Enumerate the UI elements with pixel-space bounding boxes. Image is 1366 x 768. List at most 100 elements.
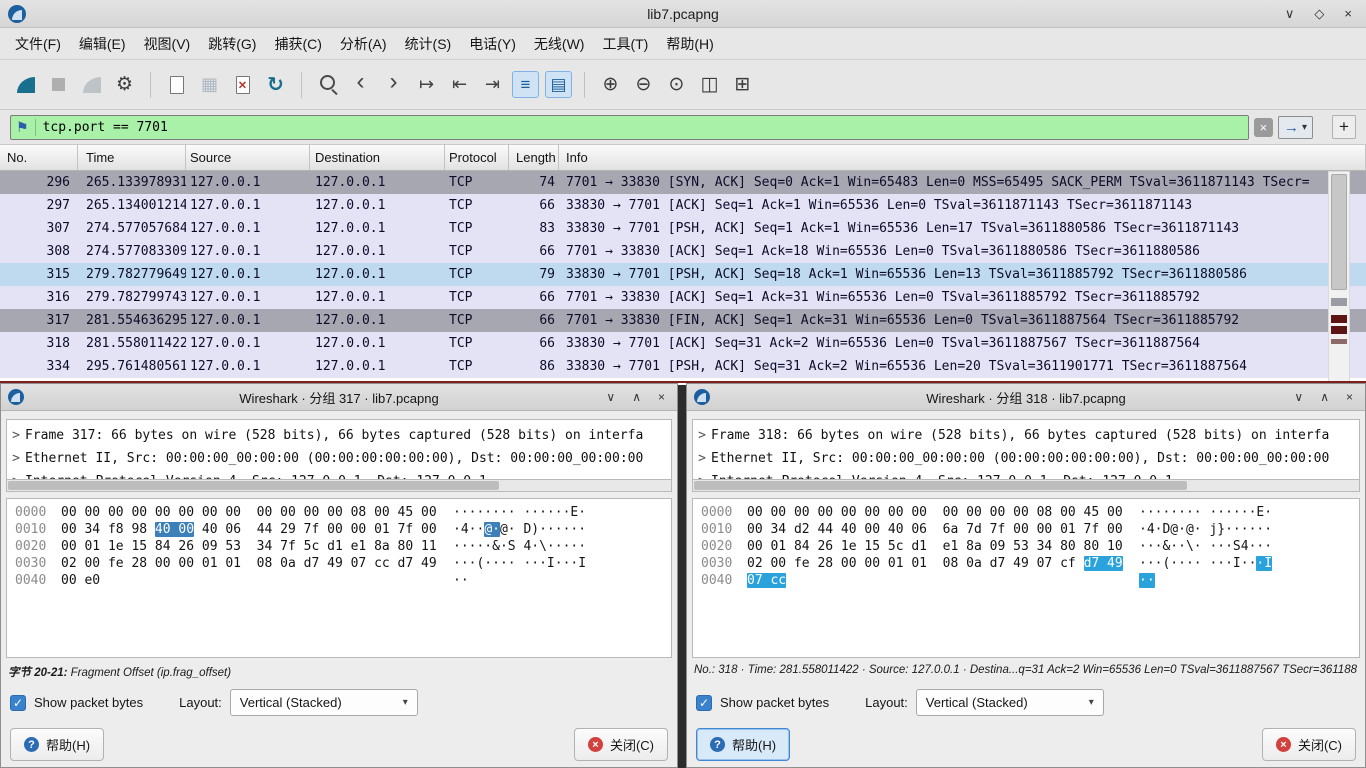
expander-icon[interactable]: >	[7, 451, 25, 466]
first-packet-icon[interactable]: ⇤	[446, 71, 473, 98]
maximize-icon[interactable]: ◇	[1314, 6, 1324, 22]
resize-columns-icon[interactable]: ◫	[696, 71, 723, 98]
minimize-icon[interactable]: ∨	[1294, 390, 1303, 404]
colorize-packets-icon[interactable]: ▤	[545, 71, 572, 98]
hex-line[interactable]: 004007 cc··	[701, 573, 1351, 590]
menu-工具(T)[interactable]: 工具(T)	[593, 29, 657, 59]
close-button[interactable]: × 关闭(C)	[574, 728, 668, 761]
scrollbar-thumb[interactable]	[8, 481, 499, 490]
horizontal-scrollbar[interactable]	[692, 479, 1360, 492]
bookmark-icon[interactable]: ⚑	[16, 119, 36, 136]
titlebar[interactable]: lib7.pcapng ∨ ◇ ×	[0, 0, 1366, 28]
hex-line[interactable]: 003002 00 fe 28 00 00 01 01 08 0a d7 49 …	[701, 556, 1351, 573]
auto-scroll-icon[interactable]: ≡	[512, 71, 539, 98]
column-header-no[interactable]: No.	[0, 145, 78, 170]
packet-row-308[interactable]: 308274.577083309127.0.0.1127.0.0.1TCP667…	[0, 240, 1366, 263]
zoom-out-icon[interactable]: ⊖	[630, 71, 657, 98]
hex-dump[interactable]: 000000 00 00 00 00 00 00 00 00 00 00 00 …	[692, 498, 1360, 658]
column-header-info[interactable]: Info	[559, 145, 1366, 170]
expander-icon[interactable]: >	[7, 428, 25, 443]
tree-item[interactable]: >Ethernet II, Src: 00:00:00_00:00:00 (00…	[693, 447, 1359, 470]
dialog-titlebar[interactable]: Wireshark · 分组 317 · lib7.pcapng ∨ ∧ ×	[1, 384, 677, 411]
layout-dropdown[interactable]: Vertical (Stacked) ▾	[916, 689, 1104, 716]
find-packet-icon[interactable]	[314, 71, 341, 98]
packet-list[interactable]: 296265.133978931127.0.0.1127.0.0.1TCP747…	[0, 171, 1366, 383]
packet-row-316[interactable]: 316279.782799743127.0.0.1127.0.0.1TCP667…	[0, 286, 1366, 309]
menu-电话(Y)[interactable]: 电话(Y)	[460, 29, 525, 59]
tree-item[interactable]: >Internet Protocol Version 4, Src: 127.0…	[693, 470, 1359, 479]
tree-item[interactable]: >Internet Protocol Version 4, Src: 127.0…	[7, 470, 671, 479]
close-button[interactable]: × 关闭(C)	[1262, 728, 1356, 761]
scrollbar-thumb[interactable]	[694, 481, 1187, 490]
packet-row-296[interactable]: 296265.133978931127.0.0.1127.0.0.1TCP747…	[0, 171, 1366, 194]
menu-视图(V)[interactable]: 视图(V)	[135, 29, 200, 59]
tree-item[interactable]: >Frame 318: 66 bytes on wire (528 bits),…	[693, 424, 1359, 447]
menu-帮助(H)[interactable]: 帮助(H)	[657, 29, 722, 59]
hex-line[interactable]: 000000 00 00 00 00 00 00 00 00 00 00 00 …	[701, 505, 1351, 522]
maximize-icon[interactable]: ∧	[632, 390, 641, 404]
packet-detail-tree[interactable]: >Frame 317: 66 bytes on wire (528 bits),…	[6, 419, 672, 479]
zoom-reset-icon[interactable]: ⊙	[663, 71, 690, 98]
go-back-icon[interactable]: ‹	[347, 71, 374, 98]
tree-item[interactable]: >Ethernet II, Src: 00:00:00_00:00:00 (00…	[7, 447, 671, 470]
help-button[interactable]: ? 帮助(H)	[10, 728, 104, 761]
hex-line[interactable]: 002000 01 84 26 1e 15 5c d1 e1 8a 09 53 …	[701, 539, 1351, 556]
close-icon[interactable]: ×	[1344, 6, 1352, 22]
minimize-icon[interactable]: ∨	[606, 390, 615, 404]
add-filter-button[interactable]: +	[1332, 115, 1356, 139]
packet-row-334[interactable]: 334295.761480561127.0.0.1127.0.0.1TCP863…	[0, 355, 1366, 378]
help-button[interactable]: ? 帮助(H)	[696, 728, 790, 761]
horizontal-scrollbar[interactable]	[6, 479, 672, 492]
hex-line[interactable]: 004000 e0··	[15, 573, 663, 590]
column-header-source[interactable]: Source	[186, 145, 310, 170]
hex-dump[interactable]: 000000 00 00 00 00 00 00 00 00 00 00 00 …	[6, 498, 672, 658]
start-capture-icon[interactable]	[12, 71, 39, 98]
column-header-proto[interactable]: Protocol	[445, 145, 509, 170]
column-header-len[interactable]: Length	[509, 145, 559, 170]
scrollbar-thumb[interactable]	[1331, 174, 1347, 290]
clear-filter-icon[interactable]: ×	[1254, 118, 1273, 137]
go-to-packet-icon[interactable]: ↦	[413, 71, 440, 98]
layout-dropdown[interactable]: Vertical (Stacked) ▾	[230, 689, 418, 716]
last-packet-icon[interactable]: ⇥	[479, 71, 506, 98]
go-forward-icon[interactable]: ›	[380, 71, 407, 98]
menu-统计(S)[interactable]: 统计(S)	[396, 29, 461, 59]
menu-跳转(G)[interactable]: 跳转(G)	[199, 29, 265, 59]
show-packet-bytes-checkbox[interactable]	[696, 695, 712, 711]
close-file-icon[interactable]	[229, 71, 256, 98]
column-prefs-icon[interactable]: ⊞	[729, 71, 756, 98]
menu-捕获(C)[interactable]: 捕获(C)	[265, 29, 330, 59]
column-header-time[interactable]: Time	[78, 145, 186, 170]
menu-无线(W)[interactable]: 无线(W)	[525, 29, 594, 59]
open-file-icon[interactable]	[163, 71, 190, 98]
reload-file-icon[interactable]: ↻	[262, 71, 289, 98]
zoom-in-icon[interactable]: ⊕	[597, 71, 624, 98]
apply-filter-button[interactable]: → ▾	[1278, 116, 1313, 139]
vertical-scrollbar[interactable]	[1328, 171, 1350, 383]
dialog-titlebar[interactable]: Wireshark · 分组 318 · lib7.pcapng ∨ ∧ ×	[687, 384, 1365, 411]
packet-row-307[interactable]: 307274.577057684127.0.0.1127.0.0.1TCP833…	[0, 217, 1366, 240]
hex-line[interactable]: 003002 00 fe 28 00 00 01 01 08 0a d7 49 …	[15, 556, 663, 573]
menu-编辑(E)[interactable]: 编辑(E)	[70, 29, 135, 59]
capture-options-icon[interactable]: ⚙	[111, 71, 138, 98]
hex-line[interactable]: 000000 00 00 00 00 00 00 00 00 00 00 00 …	[15, 505, 663, 522]
packet-detail-tree[interactable]: >Frame 318: 66 bytes on wire (528 bits),…	[692, 419, 1360, 479]
expander-icon[interactable]: >	[693, 451, 711, 466]
tree-item[interactable]: >Frame 317: 66 bytes on wire (528 bits),…	[7, 424, 671, 447]
hex-line[interactable]: 002000 01 1e 15 84 26 09 53 34 7f 5c d1 …	[15, 539, 663, 556]
show-packet-bytes-checkbox[interactable]	[10, 695, 26, 711]
column-header-dest[interactable]: Destination	[310, 145, 445, 170]
hex-line[interactable]: 001000 34 f8 98 40 00 40 06 44 29 7f 00 …	[15, 522, 663, 539]
packet-row-318[interactable]: 318281.558011422127.0.0.1127.0.0.1TCP663…	[0, 332, 1366, 355]
packet-row-317[interactable]: 317281.554636295127.0.0.1127.0.0.1TCP667…	[0, 309, 1366, 332]
display-filter-input[interactable]: ⚑ tcp.port == 7701	[10, 115, 1249, 140]
close-icon[interactable]: ×	[658, 390, 665, 404]
packet-row-297[interactable]: 297265.134001214127.0.0.1127.0.0.1TCP663…	[0, 194, 1366, 217]
expander-icon[interactable]: >	[693, 428, 711, 443]
hex-line[interactable]: 001000 34 d2 44 40 00 40 06 6a 7d 7f 00 …	[701, 522, 1351, 539]
menu-文件(F)[interactable]: 文件(F)	[6, 29, 70, 59]
close-icon[interactable]: ×	[1346, 390, 1353, 404]
menu-分析(A)[interactable]: 分析(A)	[331, 29, 396, 59]
minimize-icon[interactable]: ∨	[1285, 6, 1295, 22]
packet-row-315[interactable]: 315279.782779649127.0.0.1127.0.0.1TCP793…	[0, 263, 1366, 286]
